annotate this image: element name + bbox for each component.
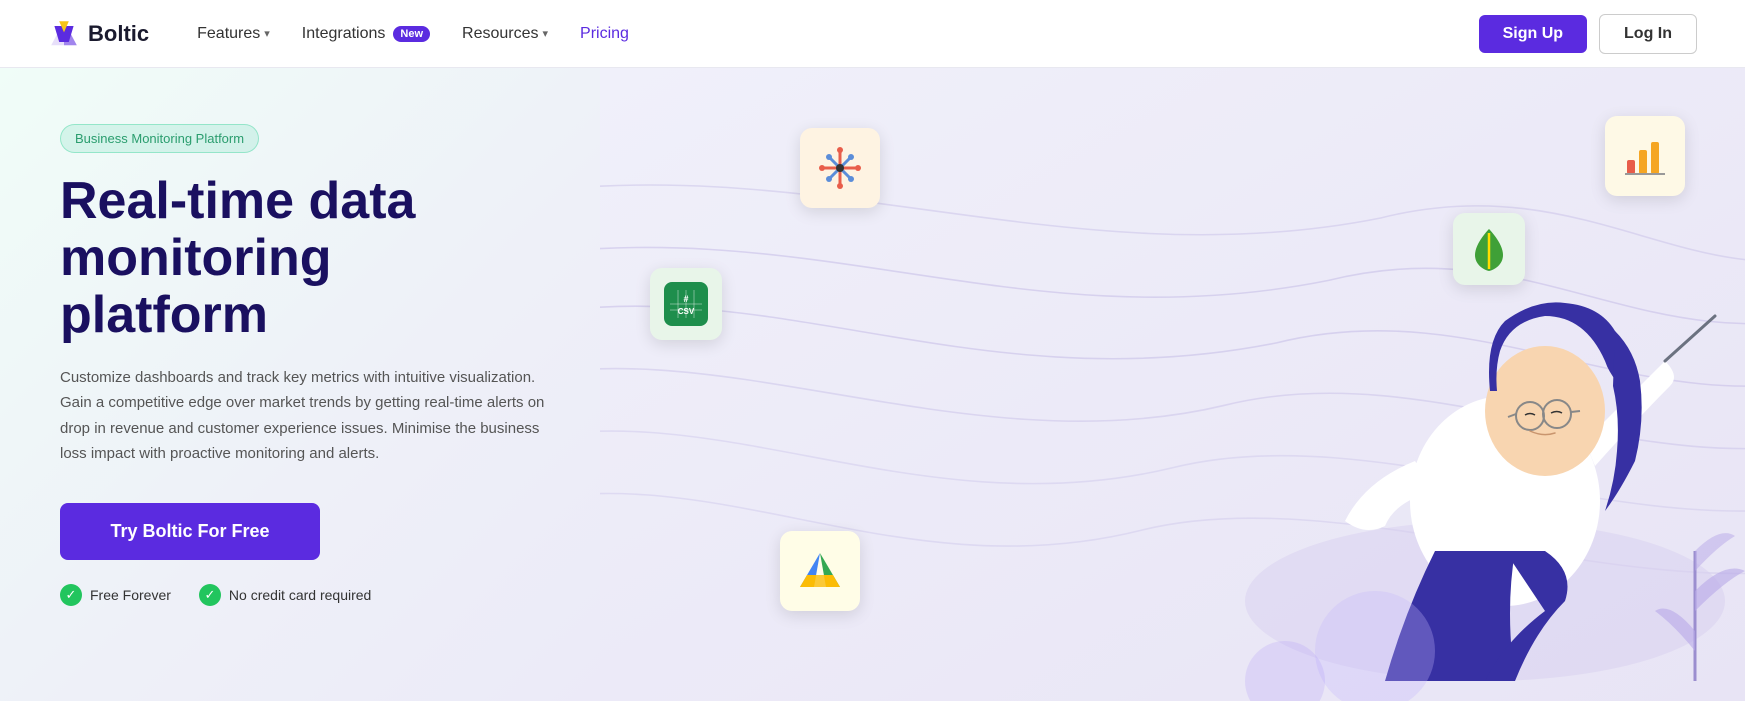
nav-links: Features ▾ Integrations New Resources ▾ … [197, 25, 629, 43]
new-badge: New [393, 26, 430, 42]
hero-description: Customize dashboards and track key metri… [60, 365, 552, 467]
nav-pricing[interactable]: Pricing [580, 25, 629, 43]
nav-integrations[interactable]: Integrations New [302, 25, 430, 43]
platform-badge: Business Monitoring Platform [60, 124, 259, 153]
gdrive-icon [780, 531, 860, 611]
badge-free-forever: ✓ Free Forever [60, 584, 171, 606]
navbar-left: Boltic Features ▾ Integrations New Resou… [48, 18, 629, 50]
login-button[interactable]: Log In [1599, 14, 1697, 54]
hero-left: Business Monitoring Platform Real-time d… [0, 68, 600, 701]
hero-section: Business Monitoring Platform Real-time d… [0, 68, 1745, 701]
logo-icon [48, 18, 80, 50]
csv-icon: # CSV [650, 268, 722, 340]
navbar: Boltic Features ▾ Integrations New Resou… [0, 0, 1745, 68]
features-chevron: ▾ [264, 27, 270, 40]
hero-badges: ✓ Free Forever ✓ No credit card required [60, 584, 552, 606]
logo[interactable]: Boltic [48, 18, 149, 50]
tableau-icon [800, 128, 880, 208]
nav-features[interactable]: Features ▾ [197, 25, 270, 43]
signup-button[interactable]: Sign Up [1479, 15, 1587, 53]
hero-right: # CSV [600, 68, 1745, 701]
resources-chevron: ▾ [543, 27, 549, 40]
mongodb-icon [1453, 213, 1525, 285]
nav-resources[interactable]: Resources ▾ [462, 25, 548, 43]
badge-no-credit-card: ✓ No credit card required [199, 584, 371, 606]
brand-name: Boltic [88, 21, 149, 47]
hero-title: Real-time data monitoring platform [60, 173, 552, 345]
check-icon-2: ✓ [199, 584, 221, 606]
cta-button[interactable]: Try Boltic For Free [60, 503, 320, 560]
navbar-right: Sign Up Log In [1479, 14, 1697, 54]
chart-icon [1605, 116, 1685, 196]
check-icon-1: ✓ [60, 584, 82, 606]
person-illustration [1125, 121, 1745, 701]
